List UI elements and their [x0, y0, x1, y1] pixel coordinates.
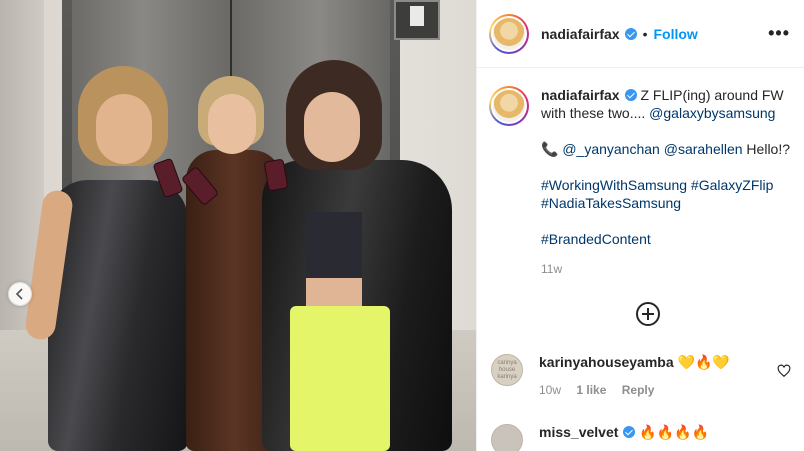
header-separator: • — [642, 25, 648, 42]
mention-yanyanchan[interactable]: @_yanyanchan — [562, 141, 660, 157]
verified-badge-icon — [624, 27, 637, 40]
post-details-panel: nadiafairfax • Follow ••• nadiafairfax Z… — [476, 0, 804, 451]
person-right-top — [306, 212, 362, 278]
comment-item: carinya house karinya karinyahouseyamba … — [491, 354, 791, 397]
comment-verified-icon — [623, 426, 636, 438]
comment-body: karinyahouseyamba 💛🔥💛 10w 1 like Reply — [539, 354, 730, 397]
author-username[interactable]: nadiafairfax — [541, 26, 620, 42]
person-right-face — [304, 92, 360, 162]
hashtag-workingwithsamsung[interactable]: #WorkingWithSamsung — [541, 177, 687, 193]
comment-body: miss_velvet 🔥🔥🔥🔥 — [539, 424, 709, 451]
person-left-face — [96, 94, 152, 164]
author-avatar[interactable] — [489, 13, 529, 54]
person-right-skirt — [290, 306, 390, 451]
caption-hello: Hello!? — [742, 141, 791, 157]
post-caption: nadiafairfax Z FLIP(ing) around FW with … — [477, 68, 804, 278]
comment-text: 💛🔥💛 — [673, 354, 730, 370]
comment-likes[interactable]: 1 like — [576, 383, 606, 397]
follow-button[interactable]: Follow — [654, 26, 698, 42]
comment-avatar[interactable] — [491, 424, 523, 451]
comment-item: miss_velvet 🔥🔥🔥🔥 — [491, 424, 791, 451]
load-more-comments-button[interactable] — [636, 302, 660, 326]
hashtag-brandedcontent[interactable]: #BrandedContent — [541, 231, 651, 247]
comment-age[interactable]: 10w — [539, 383, 561, 397]
person-right-midriff — [306, 278, 362, 308]
comment-avatar[interactable]: carinya house karinya — [491, 354, 523, 386]
photo-elevator-panel — [394, 0, 440, 40]
caption-username[interactable]: nadiafairfax — [541, 87, 620, 103]
caption-author-avatar[interactable] — [489, 86, 529, 126]
post-timestamp[interactable]: 11w — [541, 260, 790, 278]
caption-body: nadiafairfax Z FLIP(ing) around FW with … — [541, 86, 790, 278]
person-middle-face — [208, 94, 256, 154]
comment-text: 🔥🔥🔥🔥 — [635, 424, 710, 440]
chevron-left-icon — [15, 288, 23, 300]
mention-sarahellen[interactable]: @sarahellen — [664, 141, 743, 157]
comment-meta: 10w 1 like Reply — [539, 383, 730, 397]
hashtag-nadiatakessamsung[interactable]: #NadiaTakesSamsung — [541, 195, 681, 211]
caption-verified-icon — [624, 89, 637, 101]
phone-emoji-icon: 📞 — [541, 141, 563, 157]
heart-icon[interactable] — [777, 364, 791, 378]
more-options-icon[interactable]: ••• — [768, 23, 790, 44]
comment-reply-button[interactable]: Reply — [622, 383, 655, 397]
post-header: nadiafairfax • Follow ••• — [477, 0, 804, 68]
mention-galaxybysamsung[interactable]: @galaxybysamsung — [649, 105, 775, 121]
comment-username[interactable]: karinyahouseyamba — [539, 354, 674, 370]
comment-username[interactable]: miss_velvet — [539, 424, 618, 440]
post-photo[interactable] — [0, 0, 476, 451]
hashtag-galaxyzflip[interactable]: #GalaxyZFlip — [691, 177, 773, 193]
carousel-prev-button[interactable] — [8, 282, 32, 306]
